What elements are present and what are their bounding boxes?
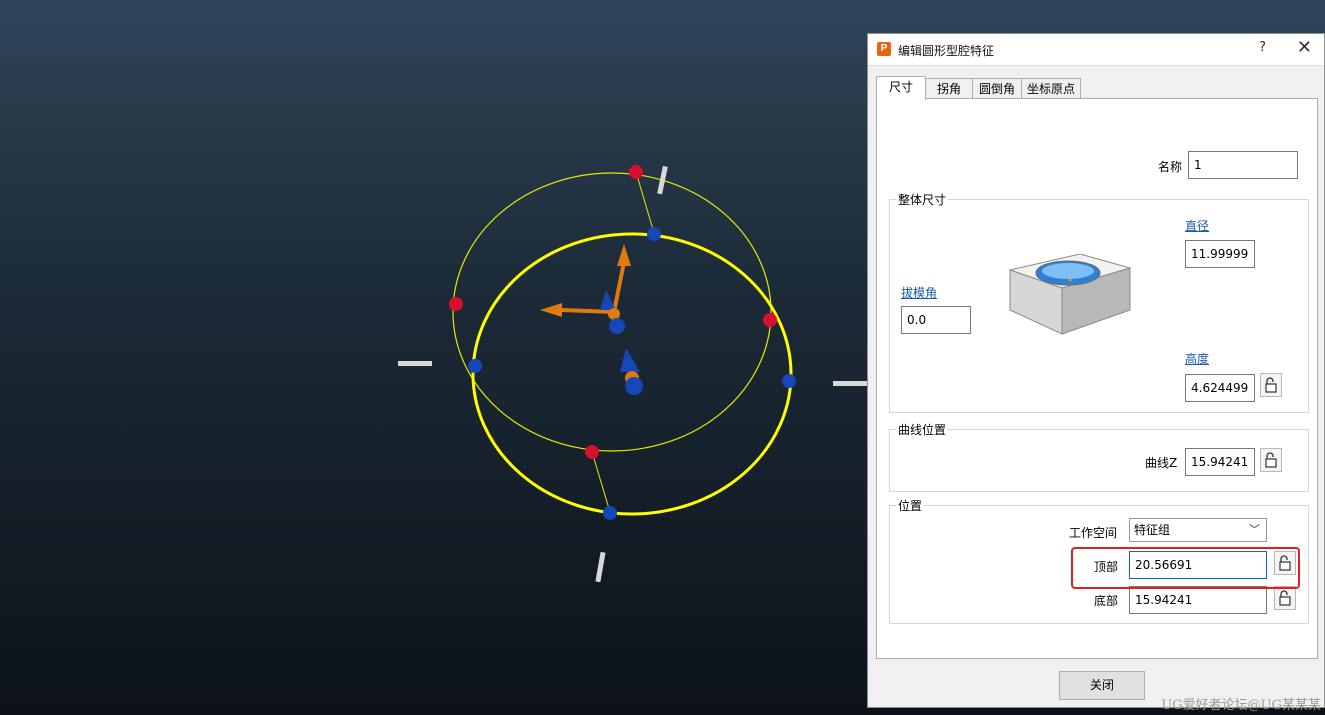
lock-icon	[1265, 377, 1277, 393]
tab-dimensions[interactable]: 尺寸	[876, 76, 926, 100]
diameter-link[interactable]: 直径	[1185, 217, 1209, 234]
bottom-label: 底部	[1094, 594, 1119, 608]
move-manipulator[interactable]	[540, 244, 643, 395]
workspace-value: 特征组	[1134, 523, 1171, 537]
dialog-title: 编辑圆形型腔特征	[898, 44, 995, 58]
handle-red-left[interactable]	[449, 297, 463, 311]
top-field-highlight	[1071, 547, 1300, 589]
dialog-titlebar[interactable]: P 编辑圆形型腔特征 ? ✕	[868, 34, 1324, 66]
handle-blue-left[interactable]	[468, 359, 482, 373]
curve-z-lock-button[interactable]	[1260, 448, 1282, 472]
position-title: 位置	[896, 497, 925, 514]
axis-tick-right[interactable]	[833, 381, 867, 386]
axis-tick-bottom[interactable]	[595, 551, 606, 583]
curve-position-group: 曲线位置 曲线Z 15.94241	[889, 421, 1309, 492]
height-link[interactable]: 高度	[1185, 350, 1209, 367]
name-input[interactable]: 1	[1188, 151, 1298, 179]
draft-angle-input[interactable]: 0.0	[901, 306, 971, 334]
watermark: UG爱好者论坛@UG某某某	[1161, 698, 1321, 713]
tab-origin[interactable]: 坐标原点	[1021, 78, 1081, 98]
draft-angle-link[interactable]: 拔模角	[901, 284, 937, 301]
handle-blue-bottom[interactable]	[603, 506, 617, 520]
handle-red-bottom[interactable]	[585, 445, 599, 459]
name-label: 名称	[1158, 160, 1183, 174]
help-button[interactable]: ?	[1259, 40, 1266, 55]
workspace-label: 工作空间	[1069, 526, 1118, 540]
overall-dimensions-group: 整体尺寸 直径 11.99999 拔模角 0.0 高度 4.624499	[889, 191, 1309, 413]
handle-blue-right[interactable]	[782, 374, 796, 388]
app-icon: P	[877, 42, 891, 56]
handle-blue-top[interactable]	[647, 227, 661, 241]
height-lock-button[interactable]	[1260, 373, 1282, 397]
edit-circular-cavity-dialog: P 编辑圆形型腔特征 ? ✕ 尺寸 拐角 圆倒角 坐标原点 名称 1 整体尺寸 …	[867, 33, 1325, 708]
height-input[interactable]: 4.624499	[1185, 374, 1255, 402]
curve-z-label: 曲线Z	[1145, 456, 1178, 470]
curve-position-title: 曲线位置	[896, 421, 949, 438]
cavity-diagram	[1008, 254, 1132, 335]
workspace-select[interactable]: 特征组 ﹀	[1129, 518, 1267, 542]
close-button[interactable]: 关闭	[1059, 671, 1145, 700]
position-group: 位置 工作空间 特征组 ﹀ 顶部 20.56691 底部 15.94241	[889, 497, 1309, 624]
handle-red-right[interactable]	[763, 313, 777, 327]
handle-red-top[interactable]	[629, 165, 643, 179]
close-icon[interactable]: ✕	[1297, 37, 1312, 59]
curve-z-input[interactable]: 15.94241	[1185, 448, 1255, 476]
lock-icon	[1279, 590, 1291, 606]
chevron-down-icon: ﹀	[1249, 523, 1260, 536]
tab-fillet[interactable]: 圆倒角	[972, 78, 1022, 98]
overall-dimensions-title: 整体尺寸	[896, 191, 949, 208]
diameter-input[interactable]: 11.99999	[1185, 240, 1255, 268]
axis-tick-left[interactable]	[398, 361, 432, 366]
axis-tick-top[interactable]	[657, 165, 668, 195]
dimensions-panel: 名称 1 整体尺寸 直径 11.99999 拔模角 0.0 高度 4.62449…	[876, 98, 1318, 659]
bottom-input[interactable]: 15.94241	[1129, 586, 1267, 614]
tab-corner[interactable]: 拐角	[925, 78, 973, 98]
bottom-lock-button[interactable]	[1274, 586, 1296, 610]
lock-icon	[1265, 452, 1277, 468]
